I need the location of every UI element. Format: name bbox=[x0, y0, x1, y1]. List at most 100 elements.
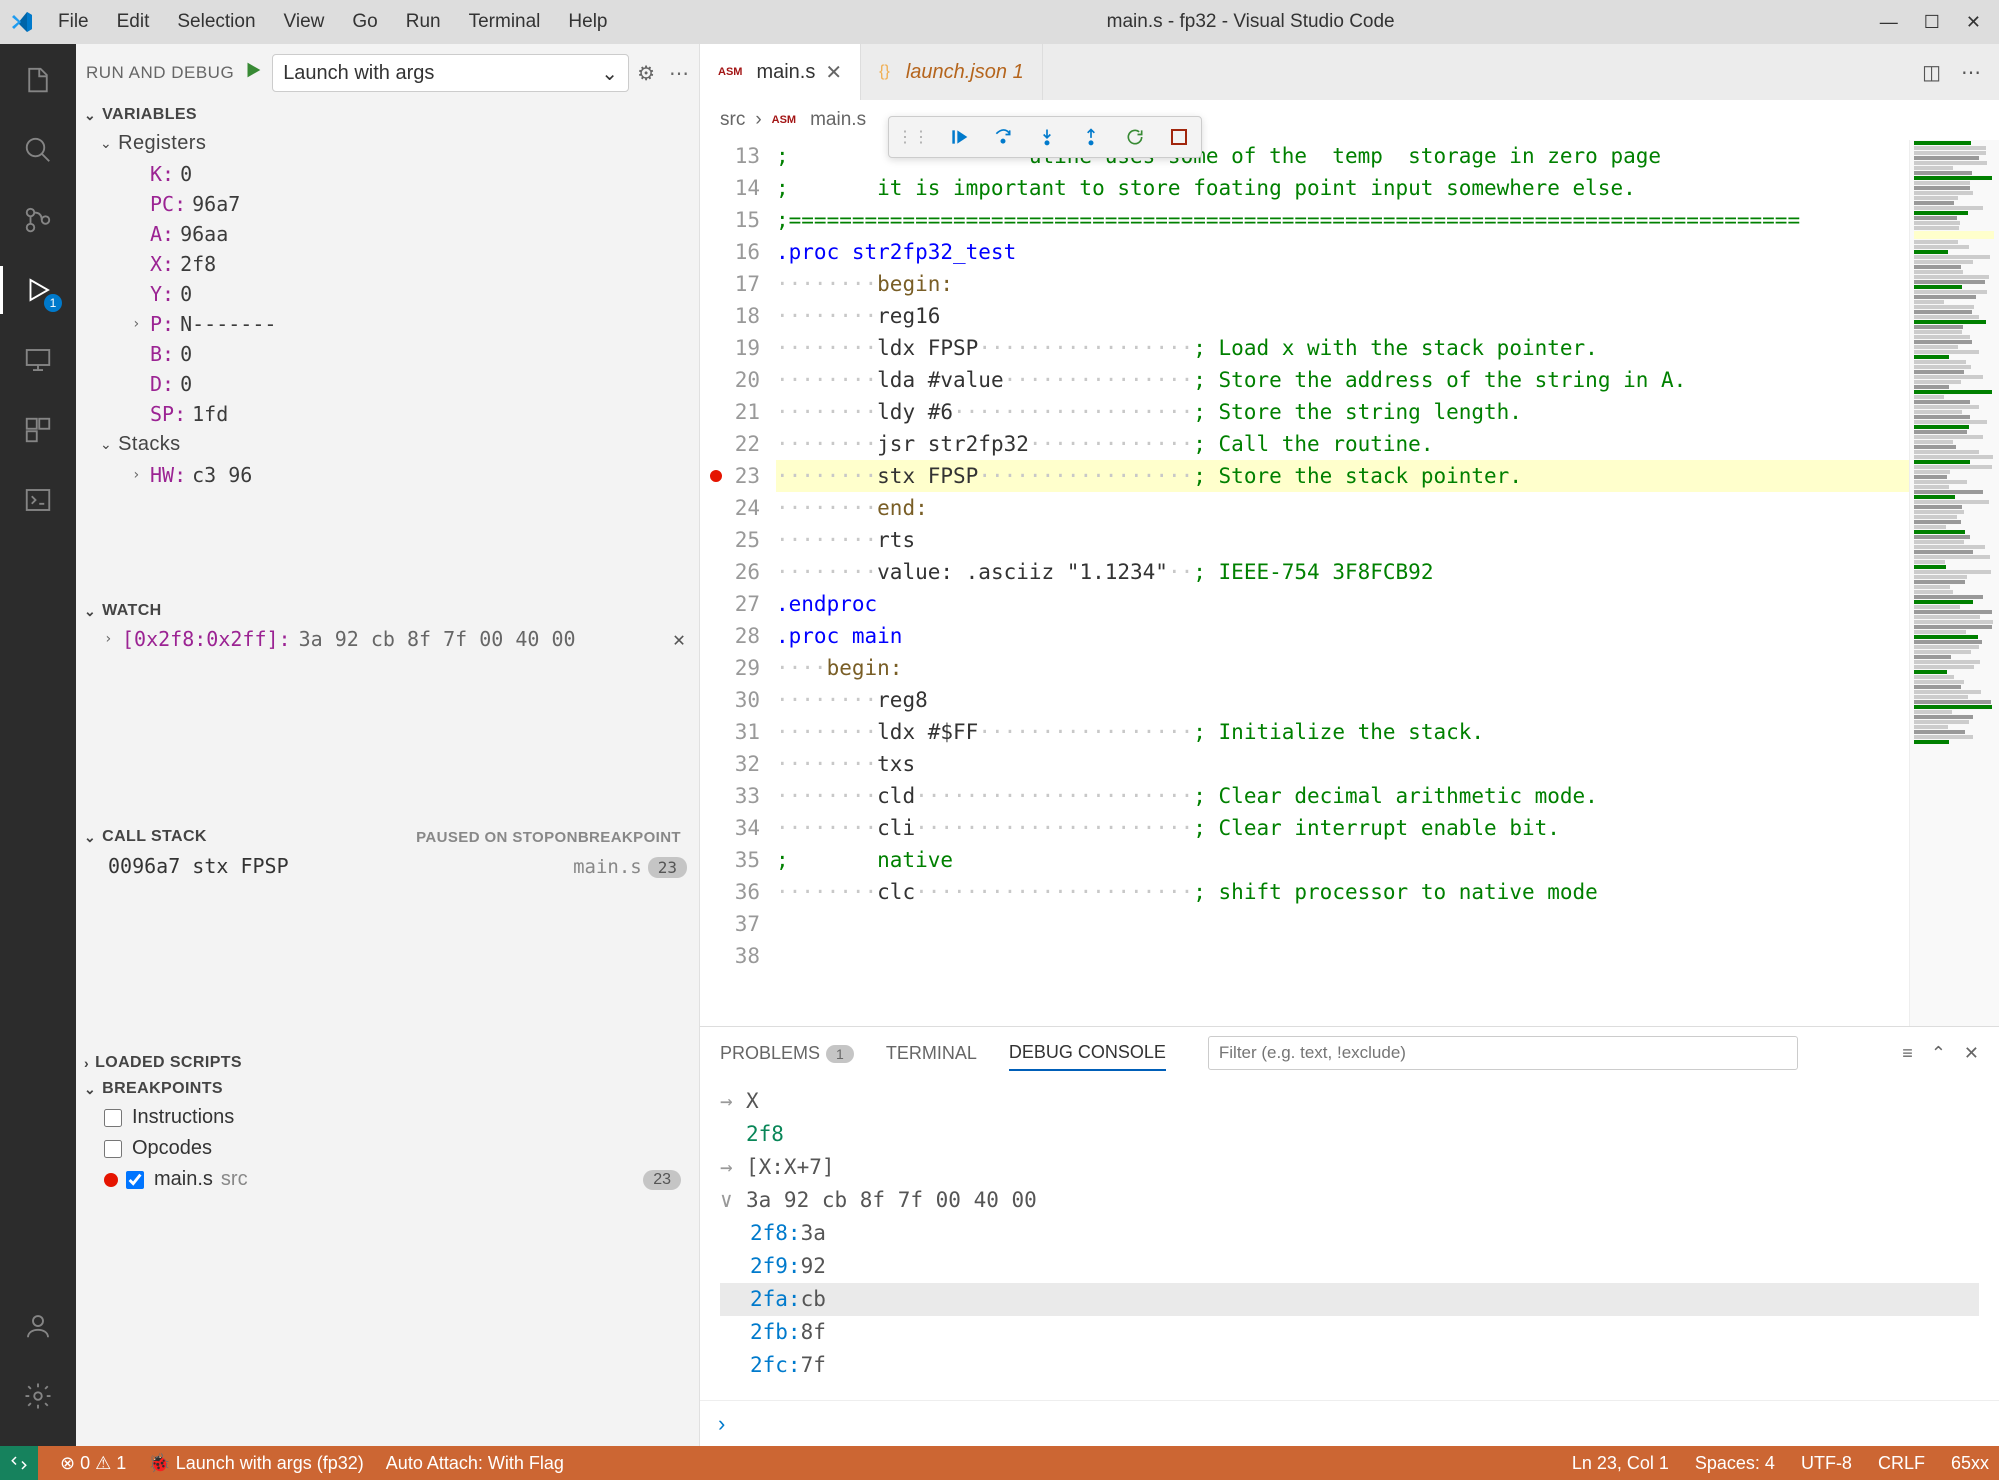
activity-debug-icon[interactable]: 1 bbox=[18, 270, 58, 310]
remove-watch-icon[interactable]: ✕ bbox=[673, 627, 685, 651]
register-row[interactable]: ›P:N------- bbox=[126, 309, 699, 339]
step-over-icon[interactable] bbox=[989, 123, 1017, 151]
code-line[interactable]: ········value: .asciiz "1.1234"··; IEEE-… bbox=[776, 556, 1909, 588]
register-row[interactable]: B:0 bbox=[126, 339, 699, 369]
stop-icon[interactable] bbox=[1165, 123, 1193, 151]
step-into-icon[interactable] bbox=[1033, 123, 1061, 151]
crumb-file[interactable]: main.s bbox=[810, 109, 866, 131]
console-byte-row[interactable]: 2f9: 92 bbox=[720, 1250, 1979, 1283]
drag-handle-icon[interactable]: ⋮⋮ bbox=[897, 127, 929, 147]
console-byte-row[interactable]: 2fa: cb bbox=[720, 1283, 1979, 1316]
code-line[interactable]: ········reg16 bbox=[776, 300, 1909, 332]
breakpoint-glyph-icon[interactable] bbox=[708, 468, 724, 484]
activity-scm-icon[interactable] bbox=[18, 200, 58, 240]
console-byte-row[interactable]: 2f8: 3a bbox=[720, 1217, 1979, 1250]
panel-close-icon[interactable]: ✕ bbox=[1964, 1043, 1979, 1064]
breakpoint-category[interactable]: Opcodes bbox=[76, 1133, 699, 1164]
code-line[interactable]: ; it is important to store foating point… bbox=[776, 172, 1909, 204]
menu-go[interactable]: Go bbox=[338, 11, 391, 33]
section-breakpoints[interactable]: ⌄BREAKPOINTS bbox=[76, 1076, 699, 1102]
code-editor[interactable]: 1314151617181920212223242526272829303132… bbox=[700, 140, 1999, 1026]
group-stacks[interactable]: ⌄Stacks bbox=[76, 429, 699, 460]
code-line[interactable]: ········begin: bbox=[776, 268, 1909, 300]
activity-account-icon[interactable] bbox=[18, 1306, 58, 1346]
close-icon[interactable]: ✕ bbox=[1966, 12, 1981, 33]
breakpoint-file-checkbox[interactable] bbox=[126, 1171, 144, 1189]
breakpoint-checkbox[interactable] bbox=[104, 1140, 122, 1158]
activity-settings-icon[interactable] bbox=[18, 1376, 58, 1416]
menu-view[interactable]: View bbox=[270, 11, 339, 33]
code-line[interactable]: ········ldy #6···················; Store… bbox=[776, 396, 1909, 428]
menu-selection[interactable]: Selection bbox=[163, 11, 269, 33]
code-line[interactable]: ········ldx #$FF·················; Initi… bbox=[776, 716, 1909, 748]
code-line[interactable]: ········rts bbox=[776, 524, 1909, 556]
code-line[interactable]: ········ldx FPSP·················; Load … bbox=[776, 332, 1909, 364]
code-line[interactable]: .endproc bbox=[776, 588, 1909, 620]
activity-terminal-icon[interactable] bbox=[18, 480, 58, 520]
section-watch[interactable]: ⌄WATCH bbox=[76, 598, 699, 624]
panel-tab-problems[interactable]: PROBLEMS1 bbox=[720, 1037, 854, 1070]
code-line[interactable]: ········txs bbox=[776, 748, 1909, 780]
code-line[interactable]: ;=======================================… bbox=[776, 204, 1909, 236]
tab-launch-json[interactable]: {} launch.json 1 bbox=[861, 44, 1043, 100]
status-errors[interactable]: ⊗ 0 ⚠ 1 bbox=[60, 1453, 126, 1474]
stack-row[interactable]: ›HW:c3 96 bbox=[126, 460, 699, 490]
panel-tab-debug-console[interactable]: DEBUG CONSOLE bbox=[1009, 1036, 1166, 1071]
group-registers[interactable]: ⌄Registers bbox=[76, 128, 699, 159]
activity-explorer-icon[interactable] bbox=[18, 60, 58, 100]
status-encoding[interactable]: UTF-8 bbox=[1801, 1453, 1852, 1474]
breakpoint-checkbox[interactable] bbox=[104, 1109, 122, 1127]
activity-extensions-icon[interactable] bbox=[18, 410, 58, 450]
start-debug-icon[interactable] bbox=[242, 59, 264, 87]
register-row[interactable]: X:2f8 bbox=[126, 249, 699, 279]
code-line[interactable]: ········clc······················; shift… bbox=[776, 876, 1909, 908]
filter-icon[interactable]: ≡ bbox=[1902, 1043, 1913, 1064]
minimap[interactable] bbox=[1909, 140, 1999, 1026]
activity-remote-icon[interactable] bbox=[18, 340, 58, 380]
console-byte-row[interactable]: 2fb: 8f bbox=[720, 1316, 1979, 1349]
gear-icon[interactable]: ⚙ bbox=[637, 61, 655, 86]
status-eol[interactable]: CRLF bbox=[1878, 1453, 1925, 1474]
watch-row[interactable]: ›[0x2f8:0x2ff]:3a 92 cb 8f 7f 00 40 00✕ bbox=[76, 624, 699, 654]
console-row[interactable]: ∨3a 92 cb 8f 7f 00 40 00 bbox=[720, 1184, 1979, 1217]
code-line[interactable]: ········lda #value···············; Store… bbox=[776, 364, 1909, 396]
code-line[interactable]: ········reg8 bbox=[776, 684, 1909, 716]
tab-main-s[interactable]: ASM main.s ✕ bbox=[700, 44, 861, 100]
step-out-icon[interactable] bbox=[1077, 123, 1105, 151]
register-row[interactable]: SP:1fd bbox=[126, 399, 699, 429]
minimize-icon[interactable]: — bbox=[1880, 12, 1898, 33]
register-row[interactable]: K:0 bbox=[126, 159, 699, 189]
remote-indicator[interactable] bbox=[0, 1446, 38, 1480]
console-filter-input[interactable] bbox=[1208, 1036, 1798, 1070]
code-line[interactable]: ········jsr str2fp32·············; Call … bbox=[776, 428, 1909, 460]
status-language[interactable]: 65xx bbox=[1951, 1453, 1989, 1474]
code-line[interactable]: ········cli······················; Clear… bbox=[776, 812, 1909, 844]
callstack-frame[interactable]: 0096a7 stx FPSPmain.s23 bbox=[76, 850, 699, 882]
section-callstack[interactable]: ⌄CALL STACK Paused on stopOnBreakpoint bbox=[76, 824, 699, 850]
breakpoint-file[interactable]: main.s src 23 bbox=[76, 1164, 699, 1195]
register-row[interactable]: PC:96a7 bbox=[126, 189, 699, 219]
code-line[interactable]: .proc main bbox=[776, 620, 1909, 652]
register-row[interactable]: A:96aa bbox=[126, 219, 699, 249]
console-row[interactable]: →X bbox=[720, 1085, 1979, 1118]
continue-icon[interactable] bbox=[945, 123, 973, 151]
status-spaces[interactable]: Spaces: 4 bbox=[1695, 1453, 1775, 1474]
more-icon[interactable]: ⋯ bbox=[669, 61, 689, 86]
code-line[interactable]: ····begin: bbox=[776, 652, 1909, 684]
tab-close-icon[interactable]: ✕ bbox=[825, 60, 842, 85]
section-variables[interactable]: ⌄VARIABLES bbox=[76, 102, 699, 128]
code-line[interactable]: ········cld······················; Clear… bbox=[776, 780, 1909, 812]
status-launch-config[interactable]: 🐞 Launch with args (fp32) bbox=[148, 1453, 364, 1474]
code-line[interactable]: .proc str2fp32_test bbox=[776, 236, 1909, 268]
code-line[interactable]: ; native bbox=[776, 844, 1909, 876]
console-row[interactable]: →[X:X+7] bbox=[720, 1151, 1979, 1184]
debug-config-select[interactable]: Launch with args ⌄ bbox=[272, 54, 629, 92]
restart-icon[interactable] bbox=[1121, 123, 1149, 151]
menu-file[interactable]: File bbox=[44, 11, 103, 33]
crumb-src[interactable]: src bbox=[720, 109, 745, 131]
more-editor-icon[interactable]: ⋯ bbox=[1961, 60, 1981, 85]
debug-console-input[interactable]: › bbox=[700, 1400, 1999, 1446]
section-loaded-scripts[interactable]: ›LOADED SCRIPTS bbox=[76, 1050, 699, 1076]
breakpoint-category[interactable]: Instructions bbox=[76, 1102, 699, 1133]
chevron-up-icon[interactable]: ⌃ bbox=[1931, 1043, 1946, 1064]
